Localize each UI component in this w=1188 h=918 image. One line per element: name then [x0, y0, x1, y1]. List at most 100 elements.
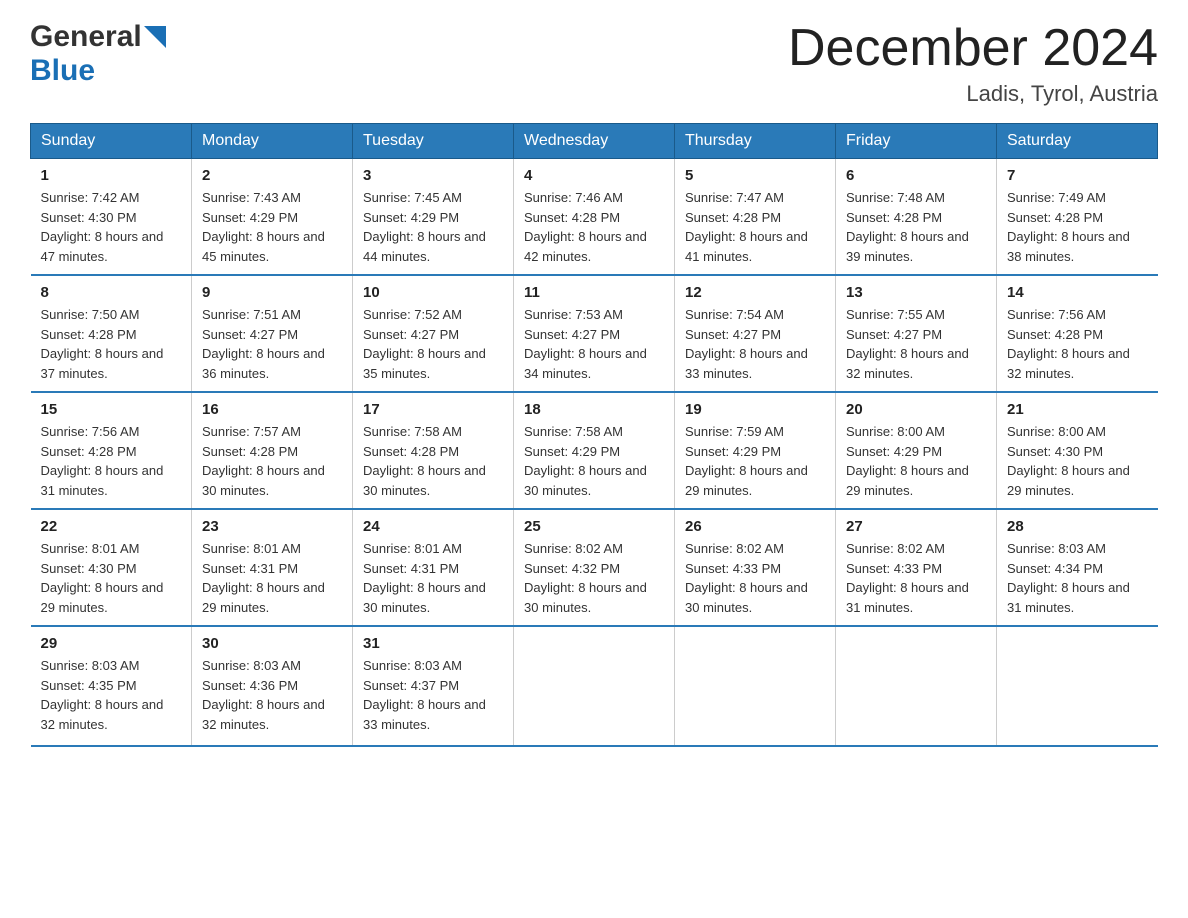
calendar-cell: 27 Sunrise: 8:02 AM Sunset: 4:33 PM Dayl…	[836, 509, 997, 626]
day-number: 27	[846, 518, 986, 535]
day-info: Sunrise: 8:01 AM Sunset: 4:31 PM Dayligh…	[363, 539, 503, 617]
day-info: Sunrise: 7:58 AM Sunset: 4:29 PM Dayligh…	[524, 422, 664, 500]
day-number: 13	[846, 284, 986, 301]
calendar-cell: 14 Sunrise: 7:56 AM Sunset: 4:28 PM Dayl…	[997, 275, 1158, 392]
calendar-cell: 17 Sunrise: 7:58 AM Sunset: 4:28 PM Dayl…	[353, 392, 514, 509]
day-number: 14	[1007, 284, 1148, 301]
day-info: Sunrise: 7:48 AM Sunset: 4:28 PM Dayligh…	[846, 188, 986, 266]
day-info: Sunrise: 8:00 AM Sunset: 4:29 PM Dayligh…	[846, 422, 986, 500]
calendar-cell: 23 Sunrise: 8:01 AM Sunset: 4:31 PM Dayl…	[192, 509, 353, 626]
calendar-cell: 21 Sunrise: 8:00 AM Sunset: 4:30 PM Dayl…	[997, 392, 1158, 509]
calendar-cell: 8 Sunrise: 7:50 AM Sunset: 4:28 PM Dayli…	[31, 275, 192, 392]
calendar-week-row: 1 Sunrise: 7:42 AM Sunset: 4:30 PM Dayli…	[31, 159, 1158, 276]
page-subtitle: Ladis, Tyrol, Austria	[788, 81, 1158, 107]
day-info: Sunrise: 7:50 AM Sunset: 4:28 PM Dayligh…	[41, 305, 182, 383]
page-title: December 2024	[788, 20, 1158, 77]
title-block: December 2024 Ladis, Tyrol, Austria	[788, 20, 1158, 107]
calendar-cell	[514, 626, 675, 746]
weekday-header-wednesday: Wednesday	[514, 124, 675, 159]
day-number: 18	[524, 401, 664, 418]
logo-blue: Blue	[30, 54, 95, 87]
day-number: 15	[41, 401, 182, 418]
calendar-cell: 29 Sunrise: 8:03 AM Sunset: 4:35 PM Dayl…	[31, 626, 192, 746]
day-number: 25	[524, 518, 664, 535]
day-number: 4	[524, 167, 664, 184]
day-number: 11	[524, 284, 664, 301]
calendar-cell: 7 Sunrise: 7:49 AM Sunset: 4:28 PM Dayli…	[997, 159, 1158, 276]
day-number: 30	[202, 635, 342, 652]
day-number: 16	[202, 401, 342, 418]
day-info: Sunrise: 7:54 AM Sunset: 4:27 PM Dayligh…	[685, 305, 825, 383]
calendar-cell: 5 Sunrise: 7:47 AM Sunset: 4:28 PM Dayli…	[675, 159, 836, 276]
day-number: 24	[363, 518, 503, 535]
calendar-cell: 1 Sunrise: 7:42 AM Sunset: 4:30 PM Dayli…	[31, 159, 192, 276]
day-info: Sunrise: 7:51 AM Sunset: 4:27 PM Dayligh…	[202, 305, 342, 383]
day-info: Sunrise: 8:00 AM Sunset: 4:30 PM Dayligh…	[1007, 422, 1148, 500]
day-number: 20	[846, 401, 986, 418]
calendar-cell	[836, 626, 997, 746]
day-number: 31	[363, 635, 503, 652]
day-info: Sunrise: 8:02 AM Sunset: 4:32 PM Dayligh…	[524, 539, 664, 617]
calendar-cell: 25 Sunrise: 8:02 AM Sunset: 4:32 PM Dayl…	[514, 509, 675, 626]
calendar-cell: 13 Sunrise: 7:55 AM Sunset: 4:27 PM Dayl…	[836, 275, 997, 392]
day-number: 22	[41, 518, 182, 535]
calendar-cell	[997, 626, 1158, 746]
calendar-cell: 9 Sunrise: 7:51 AM Sunset: 4:27 PM Dayli…	[192, 275, 353, 392]
day-info: Sunrise: 7:56 AM Sunset: 4:28 PM Dayligh…	[41, 422, 182, 500]
weekday-header-sunday: Sunday	[31, 124, 192, 159]
day-info: Sunrise: 7:56 AM Sunset: 4:28 PM Dayligh…	[1007, 305, 1148, 383]
day-info: Sunrise: 8:03 AM Sunset: 4:35 PM Dayligh…	[41, 656, 182, 734]
day-info: Sunrise: 8:02 AM Sunset: 4:33 PM Dayligh…	[685, 539, 825, 617]
calendar-cell: 19 Sunrise: 7:59 AM Sunset: 4:29 PM Dayl…	[675, 392, 836, 509]
day-info: Sunrise: 7:45 AM Sunset: 4:29 PM Dayligh…	[363, 188, 503, 266]
calendar-cell: 30 Sunrise: 8:03 AM Sunset: 4:36 PM Dayl…	[192, 626, 353, 746]
day-info: Sunrise: 7:49 AM Sunset: 4:28 PM Dayligh…	[1007, 188, 1148, 266]
day-info: Sunrise: 8:02 AM Sunset: 4:33 PM Dayligh…	[846, 539, 986, 617]
day-number: 23	[202, 518, 342, 535]
weekday-header-thursday: Thursday	[675, 124, 836, 159]
calendar-cell: 28 Sunrise: 8:03 AM Sunset: 4:34 PM Dayl…	[997, 509, 1158, 626]
day-number: 26	[685, 518, 825, 535]
day-number: 17	[363, 401, 503, 418]
calendar-cell: 2 Sunrise: 7:43 AM Sunset: 4:29 PM Dayli…	[192, 159, 353, 276]
day-number: 6	[846, 167, 986, 184]
weekday-header-tuesday: Tuesday	[353, 124, 514, 159]
day-number: 5	[685, 167, 825, 184]
calendar-cell: 12 Sunrise: 7:54 AM Sunset: 4:27 PM Dayl…	[675, 275, 836, 392]
calendar-cell: 22 Sunrise: 8:01 AM Sunset: 4:30 PM Dayl…	[31, 509, 192, 626]
day-info: Sunrise: 7:43 AM Sunset: 4:29 PM Dayligh…	[202, 188, 342, 266]
calendar-cell: 18 Sunrise: 7:58 AM Sunset: 4:29 PM Dayl…	[514, 392, 675, 509]
logo-general: General	[30, 20, 142, 54]
day-info: Sunrise: 7:42 AM Sunset: 4:30 PM Dayligh…	[41, 188, 182, 266]
day-number: 10	[363, 284, 503, 301]
calendar-week-row: 8 Sunrise: 7:50 AM Sunset: 4:28 PM Dayli…	[31, 275, 1158, 392]
calendar-cell: 26 Sunrise: 8:02 AM Sunset: 4:33 PM Dayl…	[675, 509, 836, 626]
calendar-cell	[675, 626, 836, 746]
day-info: Sunrise: 8:01 AM Sunset: 4:31 PM Dayligh…	[202, 539, 342, 617]
weekday-header-friday: Friday	[836, 124, 997, 159]
day-number: 9	[202, 284, 342, 301]
calendar-cell: 15 Sunrise: 7:56 AM Sunset: 4:28 PM Dayl…	[31, 392, 192, 509]
day-info: Sunrise: 7:57 AM Sunset: 4:28 PM Dayligh…	[202, 422, 342, 500]
weekday-header-row: SundayMondayTuesdayWednesdayThursdayFrid…	[31, 124, 1158, 159]
day-info: Sunrise: 7:59 AM Sunset: 4:29 PM Dayligh…	[685, 422, 825, 500]
day-number: 2	[202, 167, 342, 184]
day-info: Sunrise: 8:03 AM Sunset: 4:36 PM Dayligh…	[202, 656, 342, 734]
calendar-cell: 3 Sunrise: 7:45 AM Sunset: 4:29 PM Dayli…	[353, 159, 514, 276]
calendar-table: SundayMondayTuesdayWednesdayThursdayFrid…	[30, 123, 1158, 747]
day-number: 7	[1007, 167, 1148, 184]
day-info: Sunrise: 7:53 AM Sunset: 4:27 PM Dayligh…	[524, 305, 664, 383]
day-number: 12	[685, 284, 825, 301]
calendar-cell: 16 Sunrise: 7:57 AM Sunset: 4:28 PM Dayl…	[192, 392, 353, 509]
day-number: 3	[363, 167, 503, 184]
day-info: Sunrise: 7:55 AM Sunset: 4:27 PM Dayligh…	[846, 305, 986, 383]
day-number: 29	[41, 635, 182, 652]
calendar-cell: 24 Sunrise: 8:01 AM Sunset: 4:31 PM Dayl…	[353, 509, 514, 626]
day-info: Sunrise: 8:01 AM Sunset: 4:30 PM Dayligh…	[41, 539, 182, 617]
day-info: Sunrise: 8:03 AM Sunset: 4:37 PM Dayligh…	[363, 656, 503, 734]
calendar-week-row: 22 Sunrise: 8:01 AM Sunset: 4:30 PM Dayl…	[31, 509, 1158, 626]
day-number: 28	[1007, 518, 1148, 535]
page-header: General Blue December 2024 Ladis, Tyrol,…	[30, 20, 1158, 107]
calendar-week-row: 29 Sunrise: 8:03 AM Sunset: 4:35 PM Dayl…	[31, 626, 1158, 746]
logo: General Blue	[30, 20, 166, 88]
